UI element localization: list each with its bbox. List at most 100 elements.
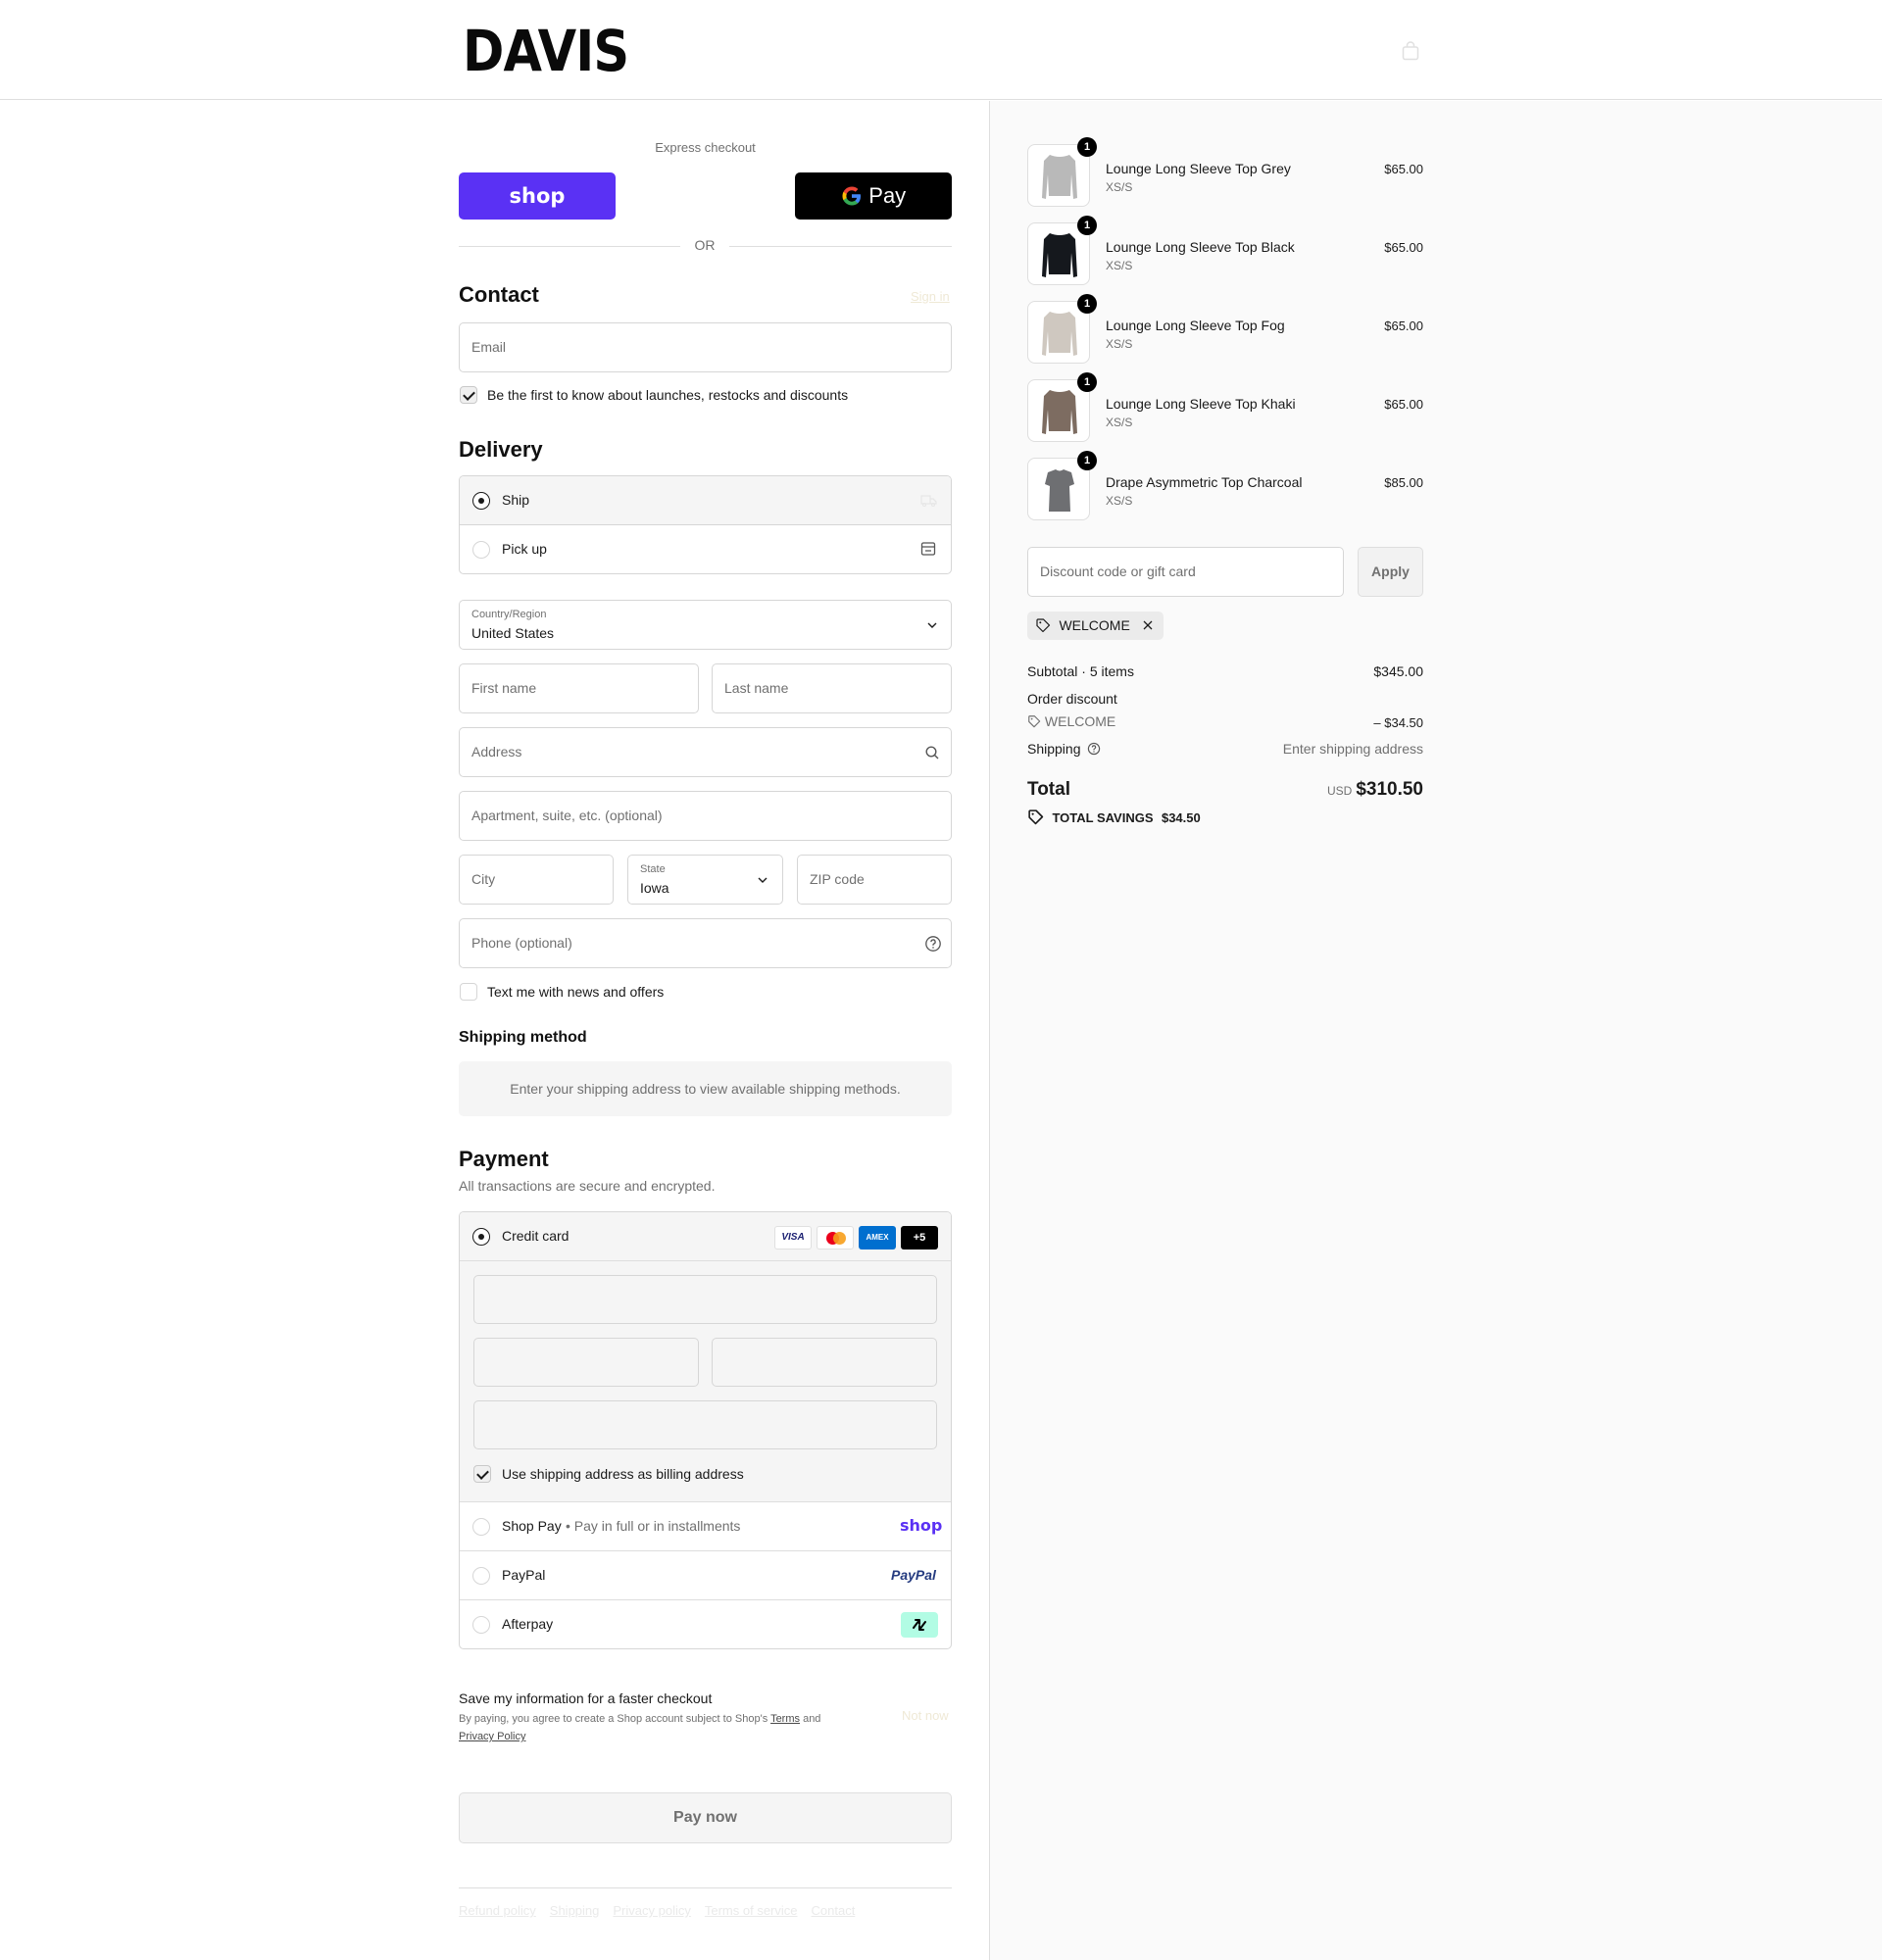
shop-pay-radio[interactable]: [472, 1518, 490, 1536]
product-variant: XS/S: [1106, 416, 1133, 429]
chevron-down-icon: [927, 622, 937, 628]
shipping-method-notice: Enter your shipping address to view avai…: [459, 1061, 952, 1116]
sign-in-link[interactable]: Sign in: [911, 289, 950, 304]
zip-field[interactable]: ZIP code: [797, 855, 952, 905]
product-variant: XS/S: [1106, 259, 1133, 272]
pickup-radio[interactable]: [472, 541, 490, 559]
shop-pay-note: • Pay in full or in installments: [566, 1518, 741, 1534]
savings-tag-icon: [1028, 809, 1044, 825]
country-select[interactable]: Country/Region United States: [459, 600, 952, 650]
checkout-form-column: Express checkout shop Pay OR Contact Sig…: [0, 101, 989, 1960]
shop-pay-wordmark: shop: [509, 184, 566, 208]
total-savings: TOTAL SAVINGS $34.50: [1027, 809, 1201, 827]
privacy-policy-link[interactable]: Privacy Policy: [459, 1731, 525, 1742]
shipping-link[interactable]: Shipping: [550, 1903, 600, 1918]
footer-links: Refund policy Shipping Privacy policy Terms…: [459, 1902, 868, 1920]
city-placeholder: City: [471, 871, 496, 887]
privacy-policy-footer-link[interactable]: Privacy policy: [613, 1903, 690, 1918]
card-number-field[interactable]: [473, 1275, 937, 1324]
subtotal-label: Subtotal · 5 items: [1027, 663, 1134, 679]
search-icon: [925, 746, 939, 760]
product-thumbnail: 1: [1027, 451, 1097, 520]
card-expiry-field[interactable]: [473, 1338, 699, 1387]
help-circle-icon[interactable]: [924, 935, 942, 953]
product-name: Lounge Long Sleeve Top Grey: [1106, 161, 1291, 176]
last-name-field[interactable]: Last name: [712, 663, 952, 713]
help-circle-icon[interactable]: [1087, 742, 1101, 756]
card-cvv-field[interactable]: [712, 1338, 937, 1387]
product-variant: XS/S: [1106, 337, 1133, 351]
product-price: $85.00: [1384, 475, 1423, 490]
paypal-radio[interactable]: [472, 1567, 490, 1585]
discount-code-field[interactable]: Discount code or gift card: [1027, 547, 1344, 597]
sms-checkbox[interactable]: [460, 983, 477, 1001]
cart-item: 1 Lounge Long Sleeve Top Black XS/S $65.00: [1027, 216, 1423, 285]
shipping-label-text: Shipping: [1027, 741, 1081, 757]
legal-prefix-text: By paying, you agree to create a Shop ac…: [459, 1713, 771, 1725]
apply-label: Apply: [1371, 564, 1410, 579]
credit-card-label: Credit card: [502, 1228, 570, 1244]
afterpay-radio[interactable]: [472, 1616, 490, 1634]
zip-placeholder: ZIP code: [810, 871, 865, 887]
quantity-badge: 1: [1077, 451, 1097, 470]
google-pay-label: Pay: [868, 183, 907, 208]
site-header: DAVIS: [0, 0, 1882, 100]
refund-policy-link[interactable]: Refund policy: [459, 1903, 536, 1918]
paypal-option[interactable]: PayPal PayPal: [460, 1551, 951, 1600]
terms-of-service-link[interactable]: Terms of service: [705, 1903, 798, 1918]
not-now-link[interactable]: Not now: [902, 1708, 949, 1723]
cart-item: 1 Lounge Long Sleeve Top Khaki XS/S $65.00: [1027, 372, 1423, 442]
save-info-legal: By paying, you agree to create a Shop ac…: [459, 1710, 870, 1745]
shop-pay-option[interactable]: Shop Pay • Pay in full or in installment…: [460, 1502, 951, 1551]
afterpay-label: Afterpay: [502, 1616, 554, 1632]
address-placeholder: Address: [471, 744, 522, 760]
amex-badge: AMEX: [859, 1226, 896, 1250]
marketing-checkbox[interactable]: [460, 386, 477, 404]
order-summary-column: 1 Lounge Long Sleeve Top Grey XS/S $65.00 1 L…: [989, 101, 1882, 1960]
shop-pay-button[interactable]: shop: [459, 172, 616, 220]
quantity-badge: 1: [1077, 137, 1097, 157]
sms-label: Text me with news and offers: [487, 984, 665, 1000]
credit-card-option[interactable]: Credit card VISA AMEX +5: [460, 1212, 951, 1261]
product-name: Lounge Long Sleeve Top Fog: [1106, 318, 1285, 333]
first-name-field[interactable]: First name: [459, 663, 699, 713]
contact-heading: Contact: [459, 282, 539, 307]
pickup-option[interactable]: Pick up: [460, 525, 951, 573]
contact-link[interactable]: Contact: [812, 1903, 856, 1918]
state-label: State: [640, 863, 666, 875]
terms-link[interactable]: Terms: [770, 1713, 800, 1725]
address-field[interactable]: Address: [459, 727, 952, 777]
apply-discount-button[interactable]: Apply: [1358, 547, 1423, 597]
legal-and-text: and: [800, 1713, 821, 1725]
product-name: Drape Asymmetric Top Charcoal: [1106, 474, 1303, 490]
savings-label: TOTAL SAVINGS: [1052, 810, 1154, 825]
email-placeholder: Email: [471, 339, 507, 355]
paypal-logo: PayPal: [891, 1567, 936, 1583]
shopping-bag-icon[interactable]: [1402, 41, 1419, 61]
google-pay-button[interactable]: Pay: [795, 172, 952, 220]
card-name-field[interactable]: [473, 1400, 937, 1449]
applied-code-text: WELCOME: [1059, 617, 1130, 633]
product-price: $65.00: [1384, 240, 1423, 255]
pay-now-button[interactable]: Pay now: [459, 1792, 952, 1843]
billing-same-checkbox[interactable]: [473, 1465, 491, 1483]
ship-option[interactable]: Ship: [460, 476, 951, 525]
country-value: United States: [471, 625, 555, 641]
phone-field[interactable]: Phone (optional): [459, 918, 952, 968]
credit-card-radio[interactable]: [472, 1228, 490, 1246]
currency-code: USD: [1326, 784, 1353, 798]
remove-code-icon[interactable]: [1142, 619, 1154, 631]
apartment-field[interactable]: Apartment, suite, etc. (optional): [459, 791, 952, 841]
country-label: Country/Region: [471, 609, 547, 620]
shipping-summary-value: Enter shipping address: [1282, 741, 1423, 757]
order-discount-label: Order discount: [1027, 691, 1117, 707]
email-field[interactable]: Email: [459, 322, 952, 372]
express-checkout-label: Express checkout: [655, 140, 756, 155]
city-field[interactable]: City: [459, 855, 614, 905]
delivery-method-group: Ship Pick up: [459, 475, 952, 574]
brand-logo[interactable]: DAVIS: [463, 20, 629, 82]
afterpay-option[interactable]: Afterpay: [460, 1600, 951, 1648]
ship-radio[interactable]: [472, 492, 490, 510]
product-price: $65.00: [1384, 318, 1423, 333]
state-select[interactable]: State Iowa: [627, 855, 783, 905]
